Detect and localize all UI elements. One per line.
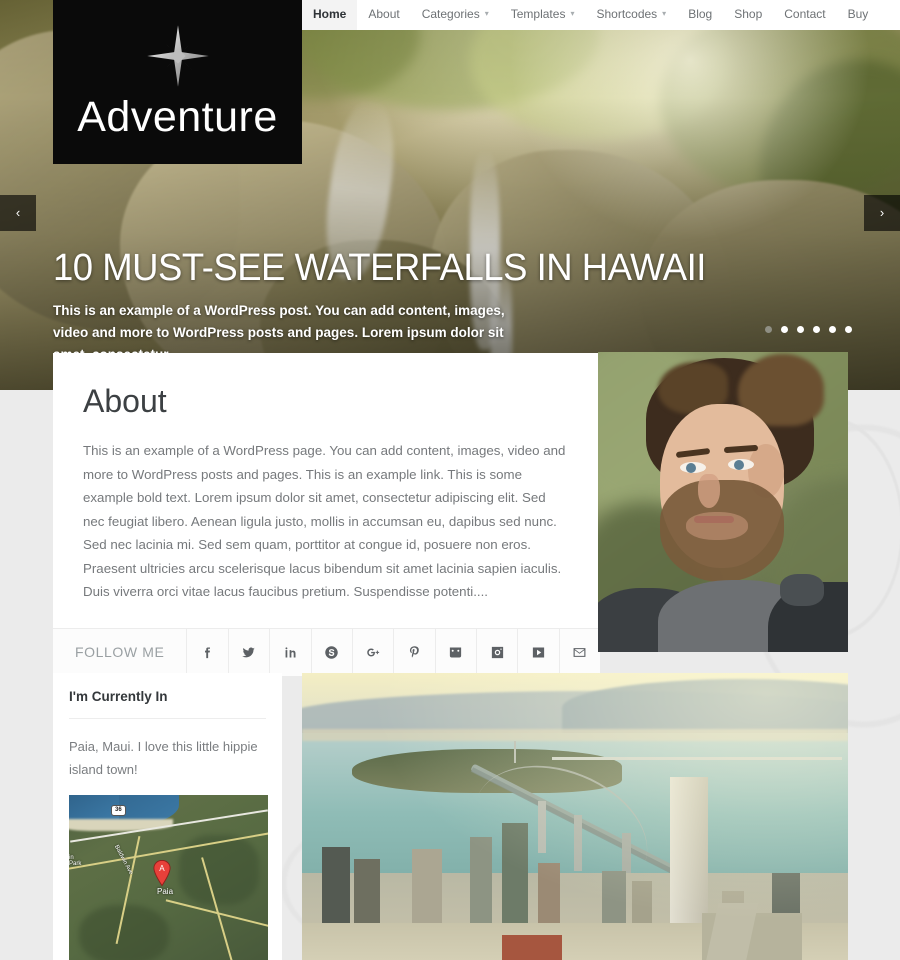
follow-me-label: FOLLOW ME [53,628,188,676]
slider-prev-arrow-icon[interactable]: ‹ [0,195,36,231]
nav-item-templates[interactable]: Templates ▾ [500,0,586,30]
highway-shield: 36 [111,805,126,816]
youtube-icon[interactable] [518,628,560,676]
nav-item-shop[interactable]: Shop [723,0,773,30]
slider-pagination[interactable] [765,326,852,333]
nav-item-home[interactable]: Home [302,0,358,30]
nav-label: Categories [421,7,480,21]
main-navigation[interactable]: Home About Categories ▾ Templates ▾ Shor… [302,0,900,30]
nav-label: Shop [734,7,763,21]
about-paragraph: This is an example of a WordPress page. … [83,443,566,599]
about-card: About This is an example of a WordPress … [53,353,600,676]
slider-next-arrow-icon[interactable]: › [864,195,900,231]
slider-dot[interactable] [765,326,772,333]
instagram-icon[interactable] [477,628,519,676]
widget-text: Paia, Maui. I love this little hippie is… [69,739,258,777]
compass-star-icon [146,25,209,87]
nav-item-blog[interactable]: Blog [677,0,723,30]
place-label: Paia [157,887,174,896]
slider-dot[interactable] [845,326,852,333]
hero-title: 10 MUST-SEE WATERFALLS IN HAWAII [53,247,706,289]
nav-item-buy[interactable]: Buy [837,0,880,30]
nav-label: Templates [510,7,566,21]
pinterest-icon[interactable] [394,628,436,676]
chevron-down-icon: ▾ [570,9,575,18]
nav-label: Home [313,7,347,21]
nav-item-shortcodes[interactable]: Shortcodes ▾ [585,0,677,30]
page-title: About [83,383,167,419]
nav-label: Contact [784,7,826,21]
skype-icon[interactable] [312,628,353,676]
facebook-icon[interactable] [187,628,229,676]
nav-item-contact[interactable]: Contact [773,0,836,30]
github-icon[interactable] [436,628,477,676]
slider-dot[interactable] [813,326,820,333]
googleplus-icon[interactable] [353,628,395,676]
site-logo[interactable]: Adventure [53,0,302,164]
twitter-icon[interactable] [229,628,271,676]
slider-dot[interactable] [797,326,804,333]
park-label: in Park [69,855,82,867]
nav-label: Shortcodes [596,7,658,21]
widget-title: I'm Currently In [69,689,266,719]
gallery-bay-bridge-image [302,673,848,960]
site-logo-text: Adventure [77,93,278,141]
nav-item-about[interactable]: About [357,0,410,30]
svg-text:A: A [159,864,165,873]
nav-item-categories[interactable]: Categories ▾ [411,0,500,30]
email-icon[interactable] [560,629,600,676]
map-marker-icon: A [153,860,171,886]
slider-dot[interactable] [829,326,836,333]
nav-label: Buy [847,7,869,21]
location-map[interactable]: 36 Baldwin Ave in Park A Paia [69,795,268,960]
linkedin-icon[interactable] [270,628,312,676]
nav-label: About [368,7,400,21]
slider-dot[interactable] [781,326,788,333]
hero-caption: 10 MUST-SEE WATERFALLS IN HAWAII This is… [53,246,706,366]
chevron-down-icon: ▾ [662,9,667,18]
about-portrait-image [598,352,848,652]
chevron-down-icon: ▾ [484,9,489,18]
nav-label: Blog [688,7,713,21]
about-body: About This is an example of a WordPress … [53,353,600,628]
currently-in-widget: I'm Currently In Paia, Maui. I love this… [53,673,282,960]
follow-me-bar: FOLLOW ME [53,627,600,676]
